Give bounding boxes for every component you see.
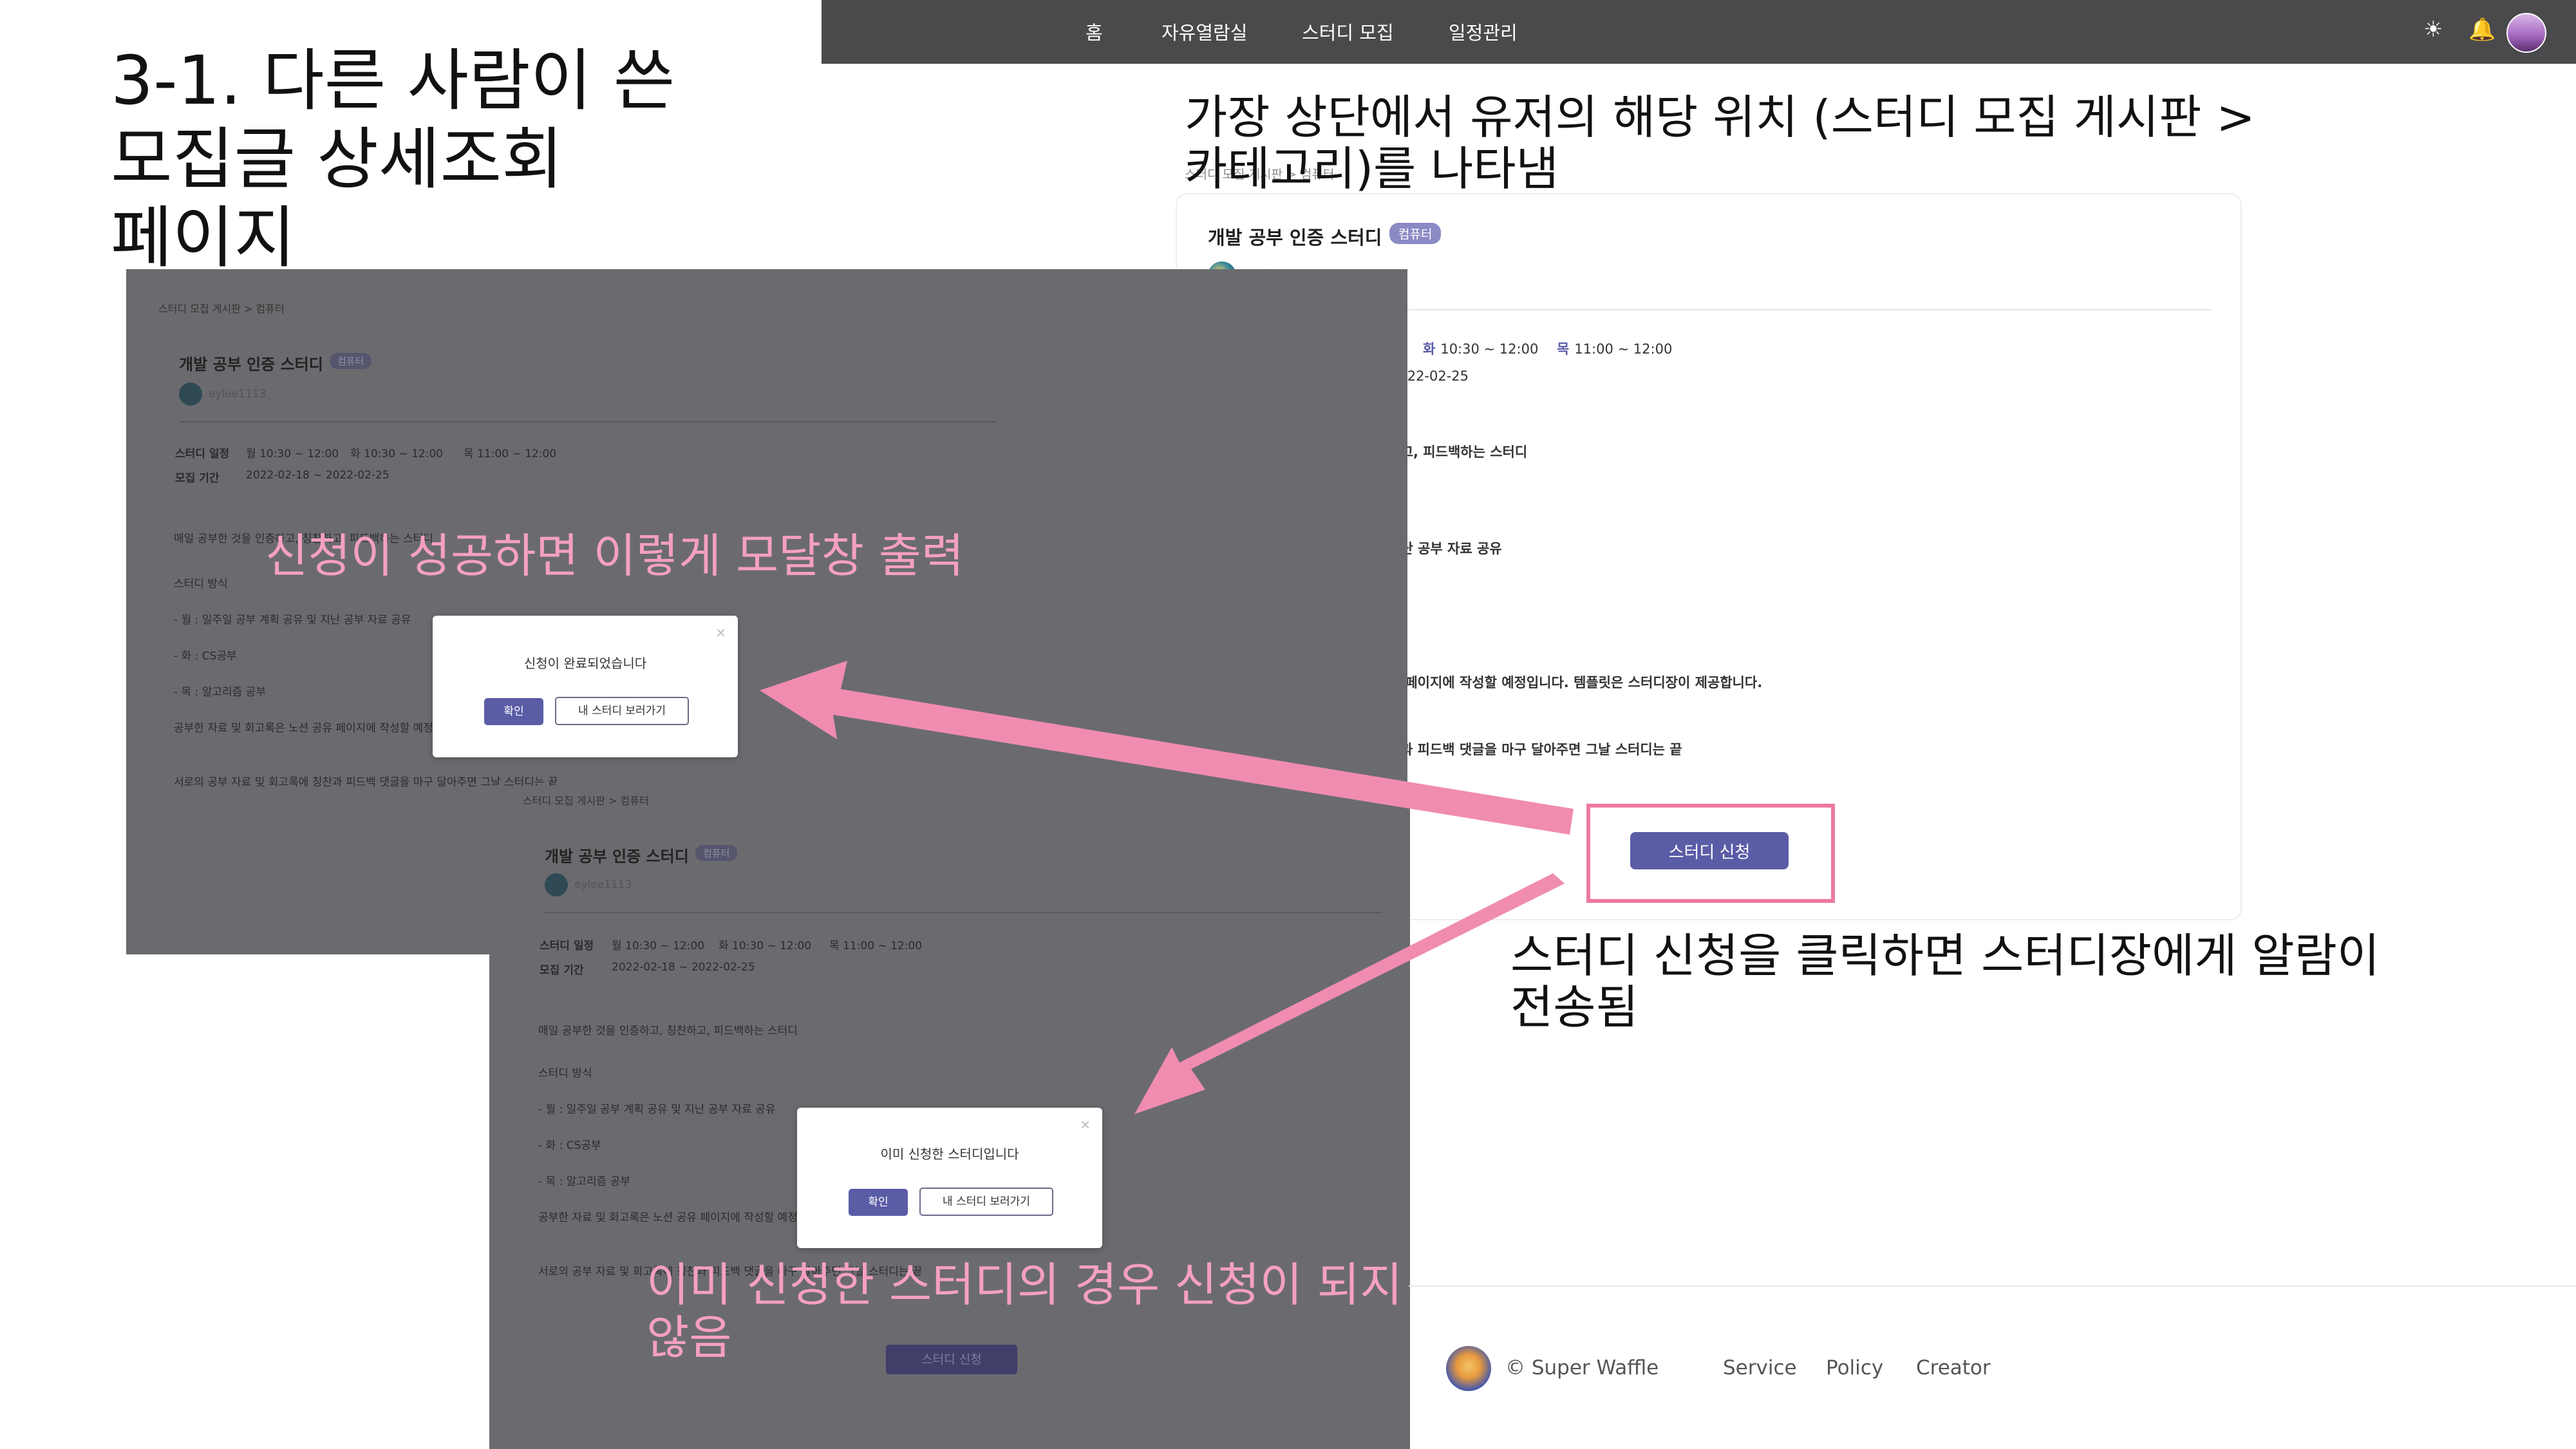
arrow-to-success-modal (760, 661, 1574, 835)
annotation-arrows (760, 661, 1574, 1114)
arrow-to-already-modal (1134, 873, 1565, 1114)
